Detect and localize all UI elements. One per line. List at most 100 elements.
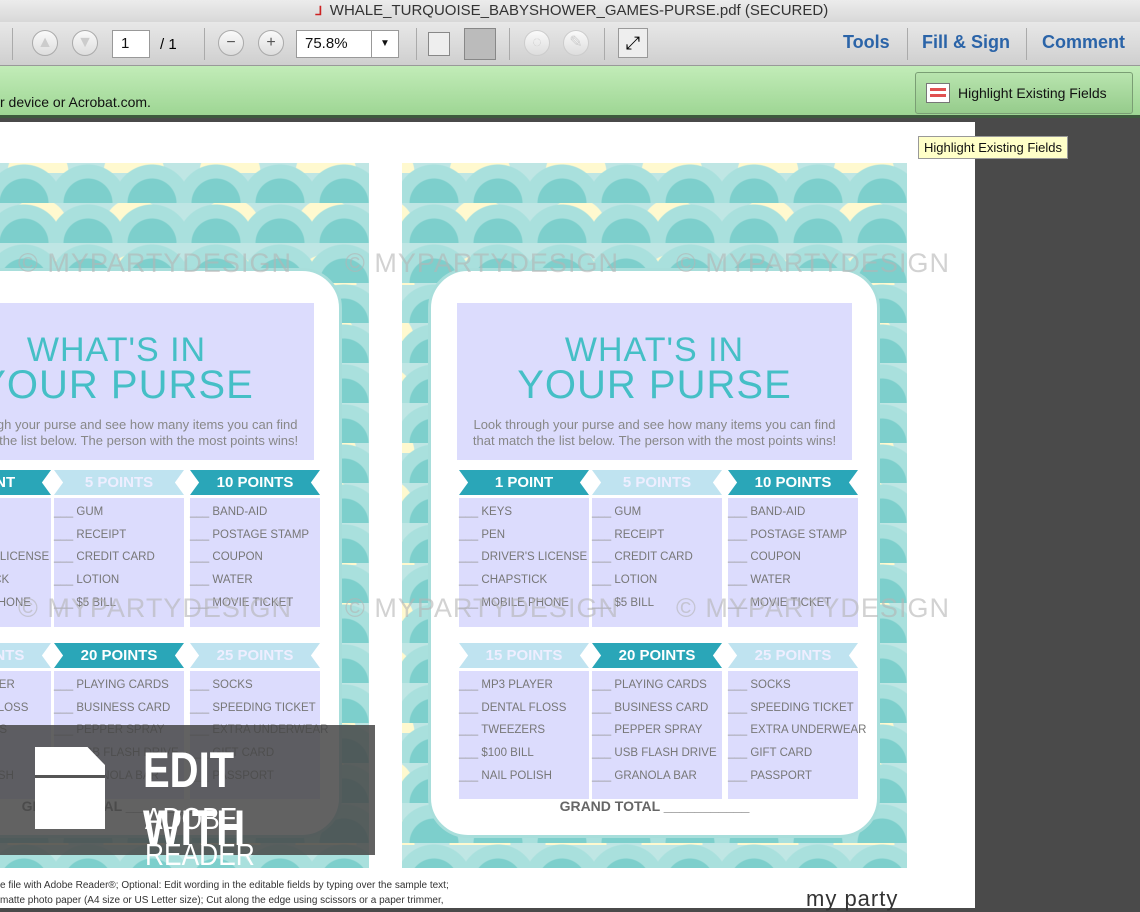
list-item: BUSINESS CARD (592, 702, 722, 725)
divider (604, 28, 605, 60)
card-title-box: WHAT'S INYOUR PURSELook through your pur… (457, 303, 852, 460)
list-item: TWEEZERS (459, 724, 589, 747)
points-banner: 1 POINT (459, 470, 589, 495)
points-item-list: MP3 PLAYERDENTAL FLOSSTWEEZERS$100 BILLN… (459, 671, 589, 799)
card-title-line-2: YOUR PURSE (517, 363, 792, 407)
zoom-out-button[interactable]: − (218, 30, 244, 56)
divider (204, 28, 205, 60)
window-title: WHALE_TURQUOISE_BABYSHOWER_GAMES-PURSE.p… (329, 2, 829, 19)
page-number-input[interactable]: 1 (112, 30, 150, 58)
list-item: BAND-AID (728, 506, 858, 529)
card-description-line-1: Look through your purse and see how many… (473, 417, 836, 432)
points-banner: 20 POINTS (592, 643, 722, 668)
points-banner: 5 POINTS (54, 470, 184, 495)
divider (509, 28, 510, 60)
list-item: $100 BILL (459, 747, 589, 770)
window-title-bar: ⅃ WHALE_TURQUOISE_BABYSHOWER_GAMES-PURSE.… (0, 0, 1140, 22)
notification-message: r device or Acrobat.com. (0, 94, 151, 110)
toolbar: ▲ ▼ 1 / 1 − + 75.8% ▼ ◌ ✎ ⤢ Tools Fill &… (0, 22, 1140, 66)
divider (907, 28, 908, 60)
comment-link[interactable]: Comment (1042, 32, 1125, 53)
list-item: MP3 PLAYER (459, 679, 589, 702)
list-item: PASSPORT (728, 770, 858, 793)
list-item: GUM (54, 506, 184, 529)
instructions-line-2: matte photo paper (A4 size or US Letter … (0, 895, 444, 906)
list-item: RECEIPT (54, 529, 184, 552)
card-description-line-2: that match the list below. The person wi… (472, 433, 837, 448)
previous-page-button[interactable]: ▲ (32, 30, 58, 56)
full-screen-icon[interactable]: ⤢ (618, 28, 648, 58)
list-item: PLAYING CARDS (54, 679, 184, 702)
watermark: © MYPARTYDESIGN (676, 593, 950, 623)
grand-total-label: GRAND TOTAL ___________ (559, 798, 750, 814)
list-item: COUPON (728, 551, 858, 574)
highlight-existing-fields-button[interactable]: Highlight Existing Fields (915, 72, 1133, 114)
points-banner: 20 POINTS (54, 643, 184, 668)
tools-link[interactable]: Tools (843, 32, 890, 53)
card-description-line-1: Look through your purse and see how many… (0, 417, 298, 432)
points-item-list: SOCKSSPEEDING TICKETEXTRA UNDERWEARGIFT … (728, 671, 866, 799)
banner-line-2: ADOBE READER (145, 801, 255, 872)
list-item: DENTAL FLOSS (459, 702, 589, 725)
list-item: MP3 PLAYER (0, 679, 51, 702)
watermark: © MYPARTYDESIGN (18, 593, 292, 623)
list-item: GIFT CARD (728, 747, 858, 770)
document-icon (35, 747, 105, 829)
list-item: PEN (459, 529, 589, 552)
pdf-file-icon: ⅃ (315, 4, 323, 19)
list-item: KEYS (459, 506, 589, 529)
watermark: © MYPARTYDESIGN (676, 248, 950, 278)
highlight-button-label: Highlight Existing Fields (958, 85, 1107, 101)
list-item: CREDIT CARD (592, 551, 722, 574)
edit-with-adobe-reader-banner[interactable]: EDIT WITH ADOBE READER (0, 725, 375, 872)
list-item: USB FLASH DRIVE (592, 747, 722, 770)
list-item: SPEEDING TICKET (728, 702, 858, 725)
list-item: DRIVER'S LICENSE (459, 551, 589, 574)
card-title-box: WHAT'S INYOUR PURSELook through your pur… (0, 303, 314, 460)
list-item: KEYS (0, 506, 51, 529)
list-item: GUM (592, 506, 722, 529)
points-banner: 5 POINTS (592, 470, 722, 495)
points-banner: 10 POINTS (190, 470, 320, 495)
list-item: POSTAGE STAMP (728, 529, 858, 552)
points-item-list: PLAYING CARDSBUSINESS CARDPEPPER SPRAYUS… (592, 671, 722, 799)
sign-icon[interactable]: ✎ (563, 30, 589, 56)
card-description-line-2: that match the list below. The person wi… (0, 433, 299, 448)
fit-page-icon[interactable] (464, 28, 496, 60)
comment-icon[interactable]: ◌ (524, 30, 550, 56)
list-item: SOCKS (728, 679, 858, 702)
list-item: PEN (0, 529, 51, 552)
points-banner: 25 POINTS (190, 643, 320, 668)
next-page-button[interactable]: ▼ (72, 30, 98, 56)
list-item: NAIL POLISH (459, 770, 589, 793)
card-title-line-2: YOUR PURSE (0, 363, 254, 407)
list-item: BUSINESS CARD (54, 702, 184, 725)
list-item: DENTAL FLOSS (0, 702, 51, 725)
page-total: / 1 (160, 36, 177, 53)
watermark: © MYPARTYDESIGN (345, 248, 619, 278)
list-item: EXTRA UNDERWEAR (728, 724, 866, 747)
highlight-fields-icon (926, 83, 950, 103)
divider (1026, 28, 1027, 60)
fill-sign-link[interactable]: Fill & Sign (922, 32, 1010, 53)
points-banner: 15 POINTS (459, 643, 589, 668)
list-item: SPEEDING TICKET (190, 702, 320, 725)
zoom-dropdown-button[interactable]: ▼ (371, 30, 399, 58)
brand-logo: my party (806, 886, 899, 911)
list-item: PLAYING CARDS (592, 679, 722, 702)
watermark: © MYPARTYDESIGN (345, 593, 619, 623)
zoom-input[interactable]: 75.8% (296, 30, 372, 58)
list-item: CREDIT CARD (54, 551, 184, 574)
list-item: POSTAGE STAMP (190, 529, 320, 552)
instructions-line-1: e file with Adobe Reader®; Optional: Edi… (0, 880, 449, 891)
divider (416, 28, 417, 60)
list-item: DRIVER'S LICENSE (0, 551, 51, 574)
points-banner: 25 POINTS (728, 643, 858, 668)
fit-width-icon[interactable] (428, 32, 450, 56)
tooltip: Highlight Existing Fields (918, 136, 1069, 159)
watermark: © MYPARTYDESIGN (18, 248, 292, 278)
divider (12, 28, 13, 60)
zoom-in-button[interactable]: + (258, 30, 284, 56)
list-item: BAND-AID (190, 506, 320, 529)
list-item: COUPON (190, 551, 320, 574)
